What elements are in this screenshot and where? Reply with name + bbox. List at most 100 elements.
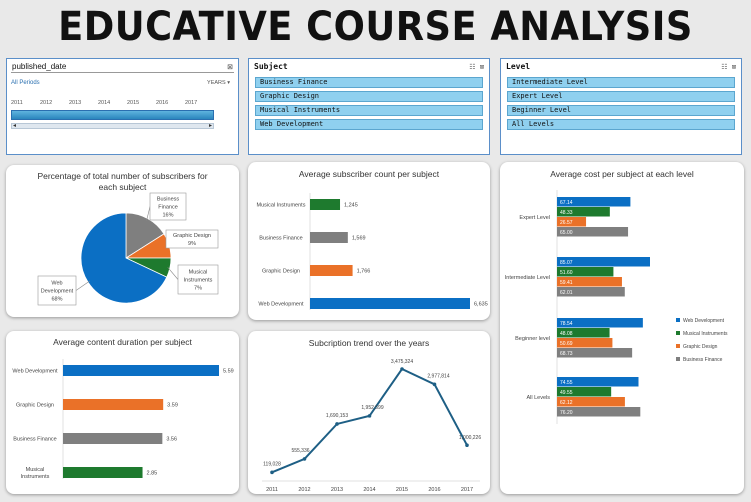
pie-data-label: Web	[51, 281, 62, 287]
pie-data-label: 16%	[162, 213, 173, 219]
bar-data-label: 1,766	[357, 269, 371, 275]
timeline-year-label[interactable]: 2015	[127, 100, 139, 106]
level-slicer[interactable]: Level ☷ ⊠ Intermediate Level Expert Leve…	[500, 58, 742, 155]
bar	[63, 399, 164, 410]
data-point	[302, 457, 307, 461]
pie-leader-line	[167, 267, 179, 280]
subscriber-count-card: Average subscriber count per subject Mus…	[248, 162, 490, 320]
point-data-label: 119,028	[263, 461, 281, 467]
bar	[310, 298, 470, 309]
point-data-label: 555,336	[291, 448, 309, 454]
bar-data-label: 67.14	[560, 200, 573, 206]
level-item-expert[interactable]: Expert Level	[507, 91, 735, 102]
category-label: Graphic Design	[16, 403, 54, 409]
category-label: Expert Level	[519, 215, 550, 221]
bar	[310, 199, 341, 210]
timeline-period-label: All Periods	[11, 80, 40, 86]
category-label: Instruments	[21, 474, 50, 480]
cost-chart-title: Average cost per subject at each level	[550, 169, 694, 179]
subject-item-web-development[interactable]: Web Development	[255, 119, 483, 130]
bar-data-label: 2.85	[147, 471, 158, 477]
timeline-year-label[interactable]: 2012	[40, 100, 52, 106]
timeline-scrollbar[interactable]: ◂ ▸	[11, 123, 214, 129]
bar-data-label: 3.59	[167, 403, 178, 409]
point-data-label: 1,690,153	[326, 413, 348, 419]
bar-data-label: 48.33	[560, 210, 573, 216]
bar-data-label: 1,245	[344, 203, 358, 209]
subject-slicer[interactable]: Subject ☷ ⊠ Business Finance Graphic Des…	[248, 58, 490, 155]
subscriber-bar-chart: Musical Instruments 1,245 Business Finance…	[257, 193, 488, 310]
bar	[63, 467, 143, 478]
legend-label: Business Finance	[683, 357, 723, 363]
bar	[310, 232, 348, 243]
x-tick-label: 2011	[266, 487, 278, 493]
cost-bar-chart: 67.14 48.33 26.57 65.00 Expert Level 85.07 51.…	[505, 190, 728, 424]
pie-leader-line	[146, 206, 151, 221]
duration-chart-title: Average content duration per subject	[53, 337, 192, 347]
pie-chart-title: Percentage of total number of subscriber…	[37, 171, 208, 192]
trend-line	[271, 367, 468, 474]
subscriber-chart-title: Average subscriber count per subject	[298, 169, 440, 179]
bar-data-label: 78.54	[560, 321, 573, 327]
clear-filter-icon[interactable]: ⊠	[480, 63, 484, 71]
x-tick-label: 2015	[396, 487, 408, 493]
category-label: Intermediate Level	[505, 275, 550, 281]
legend-label: Web Development	[683, 318, 725, 324]
level-slicer-header: Level	[506, 62, 531, 71]
x-tick-label: 2017	[461, 487, 473, 493]
timeline-unit-dropdown[interactable]: YEARS ▾	[207, 80, 230, 86]
pie-data-label: 68%	[51, 297, 62, 303]
clear-filter-icon[interactable]: ⊠	[732, 63, 736, 71]
bar	[63, 433, 163, 444]
data-point	[270, 470, 274, 475]
scroll-right-icon[interactable]: ▸	[209, 122, 212, 129]
bar-data-label: 50.69	[560, 341, 573, 347]
category-label: Graphic Design	[262, 269, 300, 275]
legend-swatch	[676, 318, 680, 322]
point-data-label: 1,000,226	[459, 435, 481, 441]
timeline-year-label[interactable]: 2016	[156, 100, 168, 106]
data-point	[367, 414, 372, 418]
point-data-label: 1,952,599	[361, 405, 383, 411]
bar	[310, 265, 353, 276]
bar-data-label: 62.01	[560, 290, 573, 296]
timeline-bar[interactable]	[11, 110, 214, 120]
legend-label: Graphic Design	[683, 344, 718, 350]
subject-item-business-finance[interactable]: Business Finance	[255, 77, 483, 88]
scroll-left-icon[interactable]: ◂	[13, 122, 16, 129]
timeline-year-label[interactable]: 2013	[69, 100, 81, 106]
level-item-intermediate[interactable]: Intermediate Level	[507, 77, 735, 88]
level-item-all[interactable]: All Levels	[507, 119, 735, 130]
x-tick-label: 2014	[363, 487, 375, 493]
trend-line-chart: 119,028 2011 555,336 2012 1,690,153 2013 1,952…	[262, 359, 481, 493]
bar-data-label: 3.56	[166, 437, 177, 443]
pie-data-label: Development	[41, 289, 74, 295]
x-tick-label: 2013	[331, 487, 343, 493]
content-duration-card: Average content duration per subject Web…	[6, 331, 239, 494]
published-date-timeline[interactable]: published_date ⊠ All Periods YEARS ▾ 201…	[6, 58, 239, 155]
timeline-year-label[interactable]: 2011	[11, 100, 23, 106]
clear-filter-icon[interactable]: ⊠	[227, 63, 233, 71]
x-tick-label: 2016	[428, 487, 440, 493]
category-label: Web Development	[258, 302, 304, 308]
timeline-year-label[interactable]: 2014	[98, 100, 110, 106]
pie-data-label: Instruments	[184, 278, 213, 284]
multi-select-icon[interactable]: ☷	[469, 63, 475, 71]
category-label: Musical Instruments	[257, 203, 306, 209]
point-data-label: 2,977,814	[427, 373, 449, 379]
bar	[63, 365, 219, 376]
bar-data-label: 26.57	[560, 220, 573, 226]
data-point	[400, 367, 404, 371]
category-label: Web Development	[12, 369, 58, 375]
category-label: Business Finance	[259, 236, 302, 242]
bar-data-label: 68.73	[560, 351, 573, 357]
timeline-year-label[interactable]: 2017	[185, 100, 197, 106]
level-item-beginner[interactable]: Beginner Level	[507, 105, 735, 116]
bar-data-label: 6,635	[474, 302, 488, 308]
subject-item-graphic-design[interactable]: Graphic Design	[255, 91, 483, 102]
subject-item-musical-instruments[interactable]: Musical Instruments	[255, 105, 483, 116]
subscriber-share-card: Percentage of total number of subscriber…	[6, 165, 239, 317]
bar-data-label: 48.08	[560, 331, 573, 337]
multi-select-icon[interactable]: ☷	[721, 63, 727, 71]
bar-data-label: 65.00	[560, 230, 573, 236]
